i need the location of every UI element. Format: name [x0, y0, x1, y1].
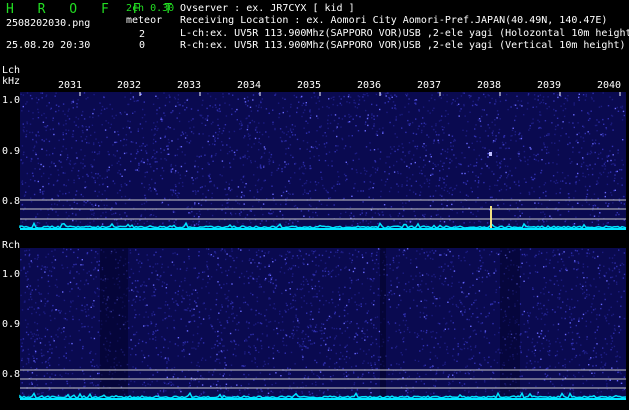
rch-dark-band [500, 248, 520, 400]
rch-dark-band [380, 248, 386, 400]
meteor-head [489, 152, 492, 156]
meteor-ping [490, 206, 492, 228]
spectrogram-canvas [19, 92, 627, 400]
rch-dark-band [100, 248, 128, 400]
